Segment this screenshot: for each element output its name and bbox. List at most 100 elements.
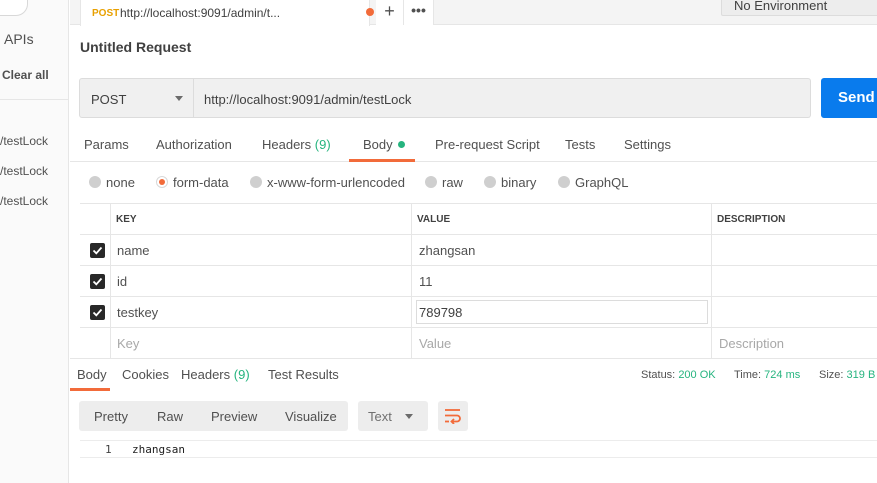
param-key: testkey bbox=[117, 305, 159, 320]
radio-label: none bbox=[106, 175, 135, 190]
tab-headers-count: (9) bbox=[314, 137, 331, 152]
view-raw-button[interactable]: Raw bbox=[157, 409, 183, 424]
header-checkbox-cell bbox=[80, 204, 110, 235]
header-description-cell: DESCRIPTION bbox=[711, 204, 877, 235]
table-row-empty: Key Value Description bbox=[80, 328, 877, 359]
key-cell[interactable]: Key bbox=[110, 328, 411, 359]
value-cell[interactable]: zhangsan bbox=[411, 235, 711, 266]
radio-icon bbox=[250, 176, 262, 188]
description-cell[interactable]: Description bbox=[711, 328, 877, 359]
row-checkbox[interactable] bbox=[90, 274, 105, 289]
table-row: name zhangsan bbox=[80, 235, 877, 266]
key-placeholder: Key bbox=[117, 336, 140, 351]
response-tab-cookies[interactable]: Cookies bbox=[122, 367, 169, 382]
send-button[interactable]: Send bbox=[821, 78, 877, 118]
response-headers-count: (9) bbox=[233, 367, 250, 382]
body-indicator-dot-icon bbox=[397, 141, 405, 148]
new-tab-button[interactable]: + bbox=[376, 0, 404, 25]
sidebar-divider bbox=[0, 99, 68, 100]
history-item[interactable]: /testLock bbox=[0, 164, 48, 178]
checkmark-icon bbox=[92, 277, 103, 286]
sidebar-search-input[interactable] bbox=[0, 0, 28, 16]
method-label: POST bbox=[91, 92, 127, 107]
param-value: zhangsan bbox=[419, 243, 476, 258]
column-header-key: KEY bbox=[116, 214, 137, 225]
row-checkbox[interactable] bbox=[90, 305, 105, 320]
radio-icon bbox=[484, 176, 496, 188]
description-cell[interactable] bbox=[711, 266, 877, 297]
value-cell[interactable]: 789798 bbox=[411, 297, 711, 328]
tab-pre-request-script[interactable]: Pre-request Script bbox=[435, 137, 540, 152]
response-tab-headers[interactable]: Headers (9) bbox=[181, 367, 250, 382]
response-time: Time: 724 ms bbox=[734, 369, 800, 381]
size-label: Size: bbox=[819, 369, 844, 381]
key-cell[interactable]: id bbox=[110, 266, 411, 297]
history-item[interactable]: /testLock bbox=[0, 194, 48, 208]
tab-settings[interactable]: Settings bbox=[624, 137, 671, 152]
request-tab-url: http://localhost:9091/admin/t... bbox=[120, 6, 281, 20]
description-cell[interactable] bbox=[711, 297, 877, 328]
response-view-toggle: Pretty Raw Preview Visualize bbox=[79, 401, 348, 431]
method-select[interactable]: POST bbox=[79, 78, 194, 118]
url-input[interactable]: http://localhost:9091/admin/testLock bbox=[194, 78, 811, 118]
param-value: 789798 bbox=[419, 305, 463, 320]
value-cell[interactable]: Value bbox=[411, 328, 711, 359]
response-status: Status: 200 OK bbox=[641, 369, 716, 381]
response-format-select[interactable]: Text bbox=[358, 401, 428, 431]
request-tab-method: POST bbox=[92, 8, 120, 19]
row-checkbox[interactable] bbox=[90, 243, 105, 258]
view-preview-button[interactable]: Preview bbox=[211, 409, 257, 424]
param-value-input[interactable]: 789798 bbox=[416, 300, 708, 324]
tab-headers[interactable]: Headers (9) bbox=[262, 137, 331, 152]
radio-icon bbox=[558, 176, 570, 188]
environment-label: No Environment bbox=[734, 0, 828, 13]
radio-label: form-data bbox=[173, 175, 229, 190]
param-key: name bbox=[117, 243, 150, 258]
radio-label: raw bbox=[442, 175, 463, 190]
checkmark-icon bbox=[92, 246, 103, 255]
request-tab-bar: POST http://localhost:9091/admin/t... + … bbox=[70, 0, 877, 26]
response-tab-test-results[interactable]: Test Results bbox=[268, 367, 339, 382]
tab-tests[interactable]: Tests bbox=[565, 137, 595, 152]
description-cell[interactable] bbox=[711, 235, 877, 266]
checkbox-cell bbox=[80, 266, 110, 297]
history-item[interactable]: /testLock bbox=[0, 134, 48, 148]
view-pretty-button[interactable]: Pretty bbox=[94, 409, 128, 424]
key-cell[interactable]: testkey bbox=[110, 297, 411, 328]
param-key: id bbox=[117, 274, 128, 289]
time-label: Time: bbox=[734, 369, 762, 381]
tab-authorization[interactable]: Authorization bbox=[156, 137, 232, 152]
wrap-lines-button[interactable] bbox=[438, 401, 468, 431]
view-visualize-button[interactable]: Visualize bbox=[285, 409, 337, 424]
status-label: Status: bbox=[641, 369, 676, 381]
request-config-tabs: Params Authorization Headers (9) Body Pr… bbox=[70, 128, 877, 162]
sidebar-tab-apis[interactable]: APIs bbox=[4, 31, 34, 47]
radio-icon bbox=[425, 176, 437, 188]
key-cell[interactable]: name bbox=[110, 235, 411, 266]
tab-params[interactable]: Params bbox=[84, 137, 129, 152]
unsaved-dot-icon bbox=[366, 8, 374, 16]
environment-select[interactable]: No Environment bbox=[721, 0, 877, 16]
chevron-down-icon bbox=[405, 414, 413, 419]
checkbox-cell bbox=[80, 328, 110, 359]
status-value: 200 OK bbox=[678, 369, 716, 381]
description-placeholder: Description bbox=[719, 336, 785, 351]
response-body-editor[interactable]: 1 zhangsan bbox=[80, 440, 877, 458]
param-value: 11 bbox=[419, 274, 433, 289]
more-tabs-button[interactable]: ••• bbox=[404, 0, 434, 25]
request-tab[interactable]: POST http://localhost:9091/admin/t... bbox=[80, 0, 374, 26]
tab-body[interactable]: Body bbox=[363, 137, 405, 152]
tab-headers-label: Headers bbox=[262, 137, 312, 152]
radio-label: x-www-form-urlencoded bbox=[267, 175, 405, 190]
response-tab-body[interactable]: Body bbox=[77, 367, 107, 382]
value-cell[interactable]: 11 bbox=[411, 266, 711, 297]
value-placeholder: Value bbox=[419, 336, 452, 351]
radio-label: GraphQL bbox=[575, 175, 629, 190]
sidebar: APIs Clear all /testLock /testLock /test… bbox=[0, 0, 69, 483]
radio-icon bbox=[89, 176, 101, 188]
request-title[interactable]: Untitled Request bbox=[80, 39, 191, 55]
active-response-tab-underline bbox=[70, 388, 110, 391]
clear-all-button[interactable]: Clear all bbox=[2, 68, 49, 82]
time-value: 724 ms bbox=[764, 369, 801, 381]
table-row: testkey 789798 bbox=[80, 297, 877, 328]
